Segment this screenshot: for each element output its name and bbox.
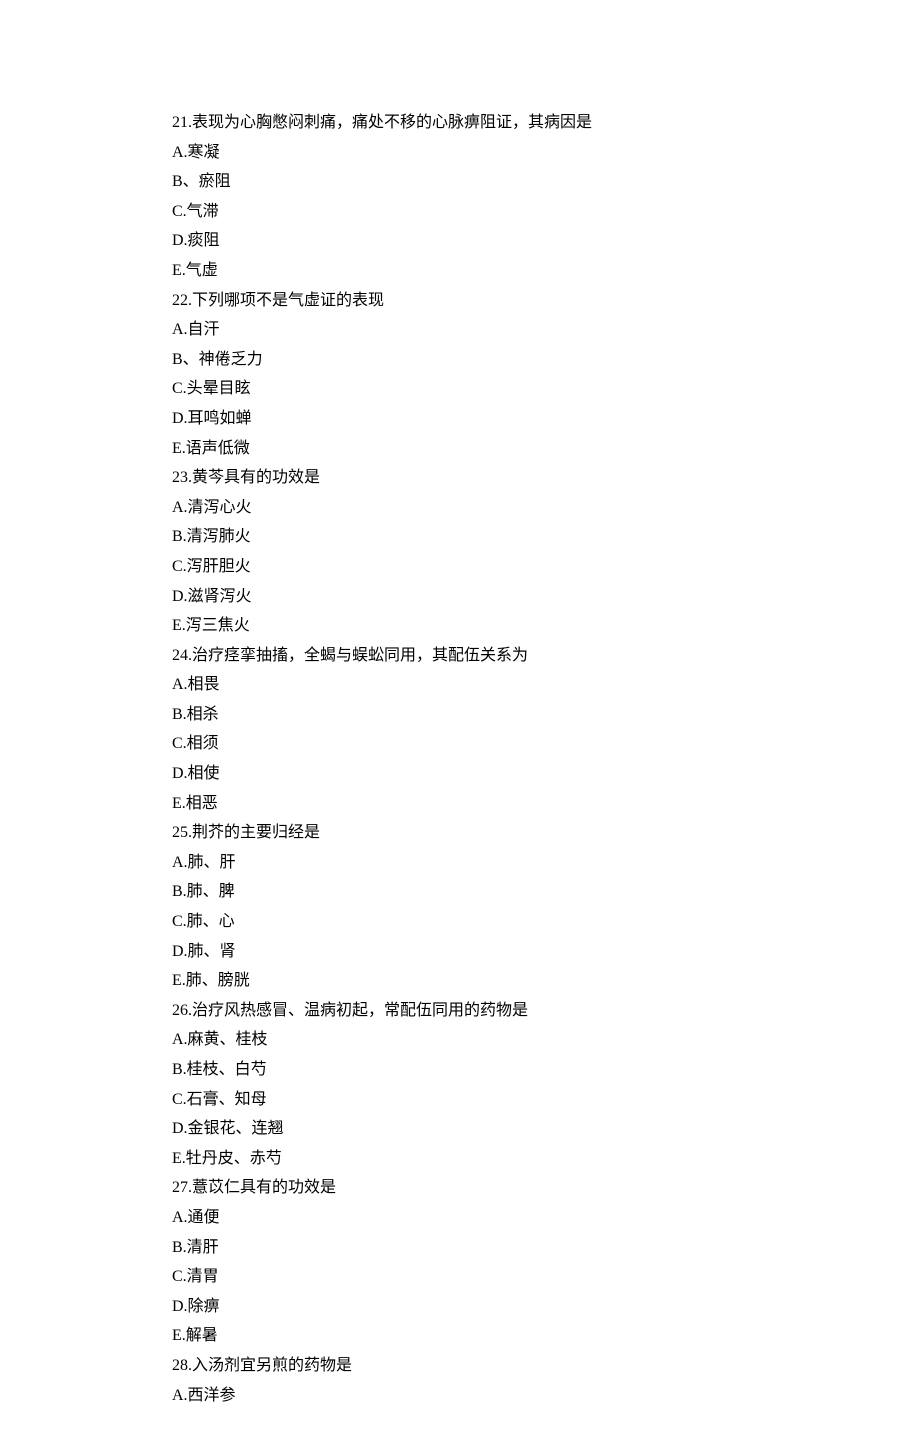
question-block: 25.荆芥的主要归经是A.肺、肝B.肺、脾C.肺、心D.肺、肾E.肺、膀胱 xyxy=(172,818,920,996)
question-option: C.头晕目眩 xyxy=(172,374,920,404)
question-stem: 28.入汤剂宜另煎的药物是 xyxy=(172,1351,920,1381)
question-option: C.石膏、知母 xyxy=(172,1085,920,1115)
question-option: C.清胃 xyxy=(172,1262,920,1292)
question-option: C.相须 xyxy=(172,729,920,759)
question-option: D.耳鸣如蝉 xyxy=(172,404,920,434)
question-option: C.气滞 xyxy=(172,197,920,227)
question-option: A.肺、肝 xyxy=(172,848,920,878)
question-option: A.通便 xyxy=(172,1203,920,1233)
question-option: E.气虚 xyxy=(172,256,920,286)
question-block: 28.入汤剂宜另煎的药物是A.西洋参 xyxy=(172,1351,920,1410)
question-option: D.滋肾泻火 xyxy=(172,582,920,612)
question-option: C.肺、心 xyxy=(172,907,920,937)
question-option: D.痰阻 xyxy=(172,226,920,256)
question-option: E.牡丹皮、赤芍 xyxy=(172,1144,920,1174)
question-option: E.解暑 xyxy=(172,1321,920,1351)
question-block: 22.下列哪项不是气虚证的表现A.自汗B、神倦乏力C.头晕目眩D.耳鸣如蝉E.语… xyxy=(172,286,920,464)
question-option: D.相使 xyxy=(172,759,920,789)
question-option: D.肺、肾 xyxy=(172,937,920,967)
question-stem: 24.治疗痉挛抽搐，全蝎与蜈蚣同用，其配伍关系为 xyxy=(172,641,920,671)
question-stem: 27.薏苡仁具有的功效是 xyxy=(172,1173,920,1203)
question-option: B.肺、脾 xyxy=(172,877,920,907)
question-block: 21.表现为心胸憋闷刺痛，痛处不移的心脉痹阻证，其病因是A.寒凝B、瘀阻C.气滞… xyxy=(172,108,920,286)
question-option: B.清肝 xyxy=(172,1233,920,1263)
question-option: B.桂枝、白芍 xyxy=(172,1055,920,1085)
question-option: D.除痹 xyxy=(172,1292,920,1322)
question-option: A.寒凝 xyxy=(172,138,920,168)
question-block: 27.薏苡仁具有的功效是A.通便B.清肝C.清胃D.除痹E.解暑 xyxy=(172,1173,920,1351)
question-stem: 23.黄芩具有的功效是 xyxy=(172,463,920,493)
question-option: B.清泻肺火 xyxy=(172,522,920,552)
question-option: A.相畏 xyxy=(172,670,920,700)
question-option: A.西洋参 xyxy=(172,1381,920,1411)
question-option: B、瘀阻 xyxy=(172,167,920,197)
question-option: E.肺、膀胱 xyxy=(172,966,920,996)
question-stem: 21.表现为心胸憋闷刺痛，痛处不移的心脉痹阻证，其病因是 xyxy=(172,108,920,138)
question-option: E.泻三焦火 xyxy=(172,611,920,641)
question-block: 24.治疗痉挛抽搐，全蝎与蜈蚣同用，其配伍关系为A.相畏B.相杀C.相须D.相使… xyxy=(172,641,920,819)
question-stem: 26.治疗风热感冒、温病初起，常配伍同用的药物是 xyxy=(172,996,920,1026)
question-option: D.金银花、连翘 xyxy=(172,1114,920,1144)
question-option: A.清泻心火 xyxy=(172,493,920,523)
question-option: E.语声低微 xyxy=(172,434,920,464)
question-option: A.自汗 xyxy=(172,315,920,345)
question-block: 23.黄芩具有的功效是A.清泻心火B.清泻肺火C.泻肝胆火D.滋肾泻火E.泻三焦… xyxy=(172,463,920,641)
question-option: B、神倦乏力 xyxy=(172,345,920,375)
question-stem: 22.下列哪项不是气虚证的表现 xyxy=(172,286,920,316)
question-option: B.相杀 xyxy=(172,700,920,730)
question-option: C.泻肝胆火 xyxy=(172,552,920,582)
question-stem: 25.荆芥的主要归经是 xyxy=(172,818,920,848)
question-block: 26.治疗风热感冒、温病初起，常配伍同用的药物是A.麻黄、桂枝B.桂枝、白芍C.… xyxy=(172,996,920,1174)
question-option: A.麻黄、桂枝 xyxy=(172,1025,920,1055)
question-option: E.相恶 xyxy=(172,789,920,819)
